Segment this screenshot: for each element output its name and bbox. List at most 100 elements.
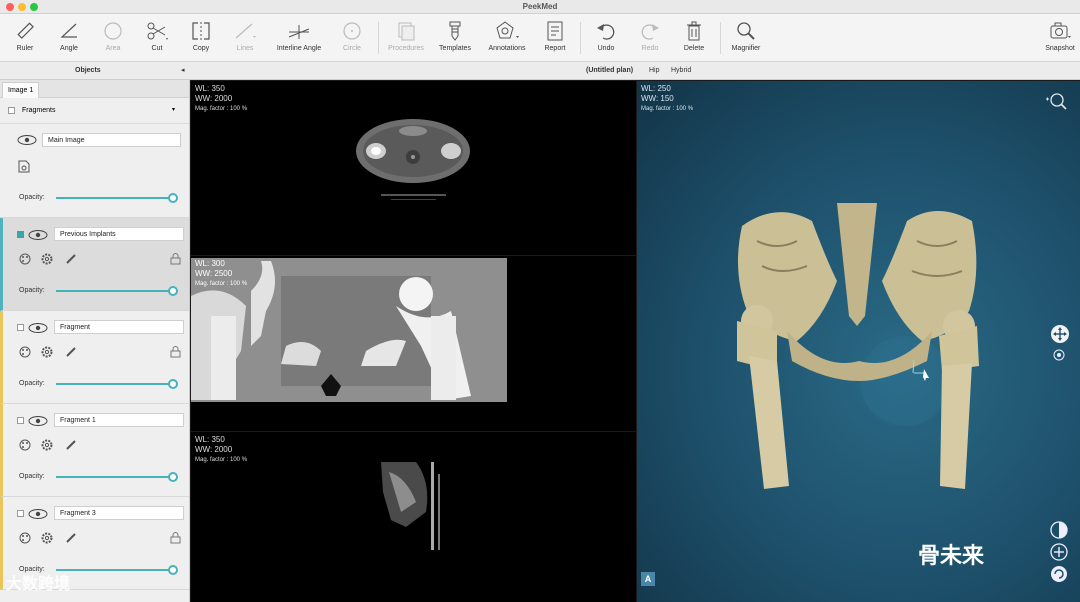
pan-icon[interactable] — [1050, 324, 1070, 344]
report-icon — [547, 21, 563, 41]
lines-icon — [235, 23, 256, 39]
gear-icon[interactable] — [41, 253, 53, 265]
fragment-checkbox[interactable] — [17, 417, 24, 424]
fragment-item-previous-implants: Previous Implants Opacity: — [0, 218, 189, 311]
opacity-label: Opacity: — [19, 287, 45, 294]
collapse-panel-icon[interactable]: ◂ — [181, 66, 185, 74]
eye-icon[interactable] — [27, 229, 49, 241]
center-dot-icon[interactable] — [1053, 349, 1065, 361]
pencil-icon[interactable] — [65, 439, 77, 451]
hip-tab[interactable]: Hip — [649, 67, 660, 74]
cut-label: Cut — [151, 45, 163, 52]
lock-icon[interactable] — [170, 253, 181, 265]
palette-icon[interactable] — [19, 439, 31, 451]
angle-icon — [60, 23, 77, 38]
fragment-checkbox[interactable] — [17, 324, 24, 331]
gear-icon[interactable] — [41, 346, 53, 358]
plan-name: (Untitled plan) — [586, 67, 634, 74]
pencil-icon[interactable] — [65, 532, 77, 544]
area-label: Area — [105, 45, 121, 52]
eye-icon[interactable] — [16, 134, 38, 146]
ruler-icon — [17, 22, 34, 39]
fragment-name-field[interactable]: Previous Implants — [54, 227, 184, 241]
undo-button[interactable]: Undo — [581, 20, 631, 52]
annotations-button[interactable]: Annotations — [480, 20, 534, 52]
hybrid-tab[interactable]: Hybrid — [671, 67, 691, 74]
fragment-name-field[interactable]: Fragment — [54, 320, 184, 334]
opacity-label: Opacity: — [19, 473, 45, 480]
pencil-icon[interactable] — [65, 346, 77, 358]
lines-button[interactable]: Lines — [220, 20, 270, 52]
opacity-slider-knob[interactable] — [168, 286, 178, 296]
opacity-slider-track[interactable] — [56, 197, 172, 199]
opacity-slider-track[interactable] — [56, 476, 172, 478]
fragment-name-field[interactable]: Fragment 1 — [54, 413, 184, 427]
opacity-slider-knob[interactable] — [168, 565, 178, 575]
coronal-xray-image — [191, 258, 507, 402]
copy-label: Copy — [192, 45, 210, 52]
fragment-checkbox[interactable] — [17, 510, 24, 517]
lock-icon[interactable] — [170, 346, 181, 358]
window-title: PeekMed — [522, 2, 558, 11]
palette-icon[interactable] — [19, 532, 31, 544]
snapshot-button[interactable]: Snapshot — [1040, 20, 1080, 52]
opacity-slider-track[interactable] — [56, 290, 172, 292]
copy-icon — [192, 22, 210, 40]
contrast-icon[interactable] — [1050, 521, 1068, 539]
eye-icon[interactable] — [27, 508, 49, 520]
window-width: WW: 2500 — [195, 269, 233, 278]
gear-icon[interactable] — [41, 532, 53, 544]
palette-icon[interactable] — [19, 346, 31, 358]
magnifier-button[interactable]: Magnifier — [721, 20, 771, 52]
interline-angle-button[interactable]: Interline Angle — [272, 20, 326, 52]
templates-label: Templates — [439, 45, 471, 52]
zoom-search-icon[interactable] — [1044, 91, 1068, 111]
objects-panel-title: Objects — [75, 67, 101, 74]
palette-icon[interactable] — [19, 253, 31, 265]
opacity-slider-knob[interactable] — [168, 193, 178, 203]
procedures-icon — [398, 22, 415, 41]
angle-button[interactable]: Angle — [44, 20, 94, 52]
fragments-header[interactable]: Fragments ▾ — [0, 98, 189, 124]
opacity-slider-track[interactable] — [56, 569, 172, 571]
image-tabstrip: Image 1 — [0, 80, 189, 98]
opacity-slider-knob[interactable] — [168, 379, 178, 389]
viewport-sagittal[interactable]: WL: 350 WW: 2000 Mag. factor : 100 % — [191, 432, 636, 602]
copy-button[interactable]: Copy — [176, 20, 226, 52]
title-bar: PeekMed — [0, 0, 1080, 14]
ruler-button[interactable]: Ruler — [0, 20, 50, 52]
opacity-slider-knob[interactable] — [168, 472, 178, 482]
watermark-left: 大数跨境 — [6, 576, 71, 593]
fragment-name-field[interactable]: Main Image — [42, 133, 181, 147]
document-icon[interactable] — [18, 160, 30, 173]
tab-image-1[interactable]: Image 1 — [2, 82, 40, 98]
circle-button[interactable]: Circle — [327, 20, 377, 52]
delete-button[interactable]: Delete — [669, 20, 719, 52]
redo-button[interactable]: Redo — [625, 20, 675, 52]
move-icon[interactable] — [1050, 543, 1068, 561]
fragment-item-fragment-1: Fragment 1 Opacity: — [0, 404, 189, 497]
pelvis-3d-model — [737, 203, 979, 489]
procedures-button[interactable]: Procedures — [381, 20, 431, 52]
eye-icon[interactable] — [27, 415, 49, 427]
eye-icon[interactable] — [27, 322, 49, 334]
cut-button[interactable]: Cut — [132, 20, 182, 52]
viewport-3d[interactable]: WL: 250 WW: 150 Mag. factor : 100 % A — [637, 81, 1080, 602]
fragments-checkbox[interactable] — [8, 107, 15, 114]
templates-button[interactable]: Templates — [430, 20, 480, 52]
interline-angle-label: Interline Angle — [276, 45, 322, 52]
watermark-right: 骨未来 — [918, 543, 985, 568]
fragment-name-field[interactable]: Fragment 3 — [54, 506, 184, 520]
lock-icon[interactable] — [170, 532, 181, 544]
fragments-dropdown-icon[interactable]: ▾ — [172, 106, 175, 113]
fragment-checkbox[interactable] — [17, 231, 24, 238]
opacity-slider-track[interactable] — [56, 383, 172, 385]
viewport-axial[interactable]: WL: 350 WW: 2000 Mag. factor : 100 % — [191, 81, 636, 255]
rotate-icon[interactable] — [1050, 565, 1068, 583]
fragment-item-main-image: Main Image Opacity: — [0, 124, 189, 218]
viewport-coronal[interactable]: WL: 300 WW: 2500 Mag. factor : 100 % — [191, 256, 636, 431]
pencil-icon[interactable] — [65, 253, 77, 265]
area-button[interactable]: Area — [88, 20, 138, 52]
gear-icon[interactable] — [41, 439, 53, 451]
report-button[interactable]: Report — [530, 20, 580, 52]
